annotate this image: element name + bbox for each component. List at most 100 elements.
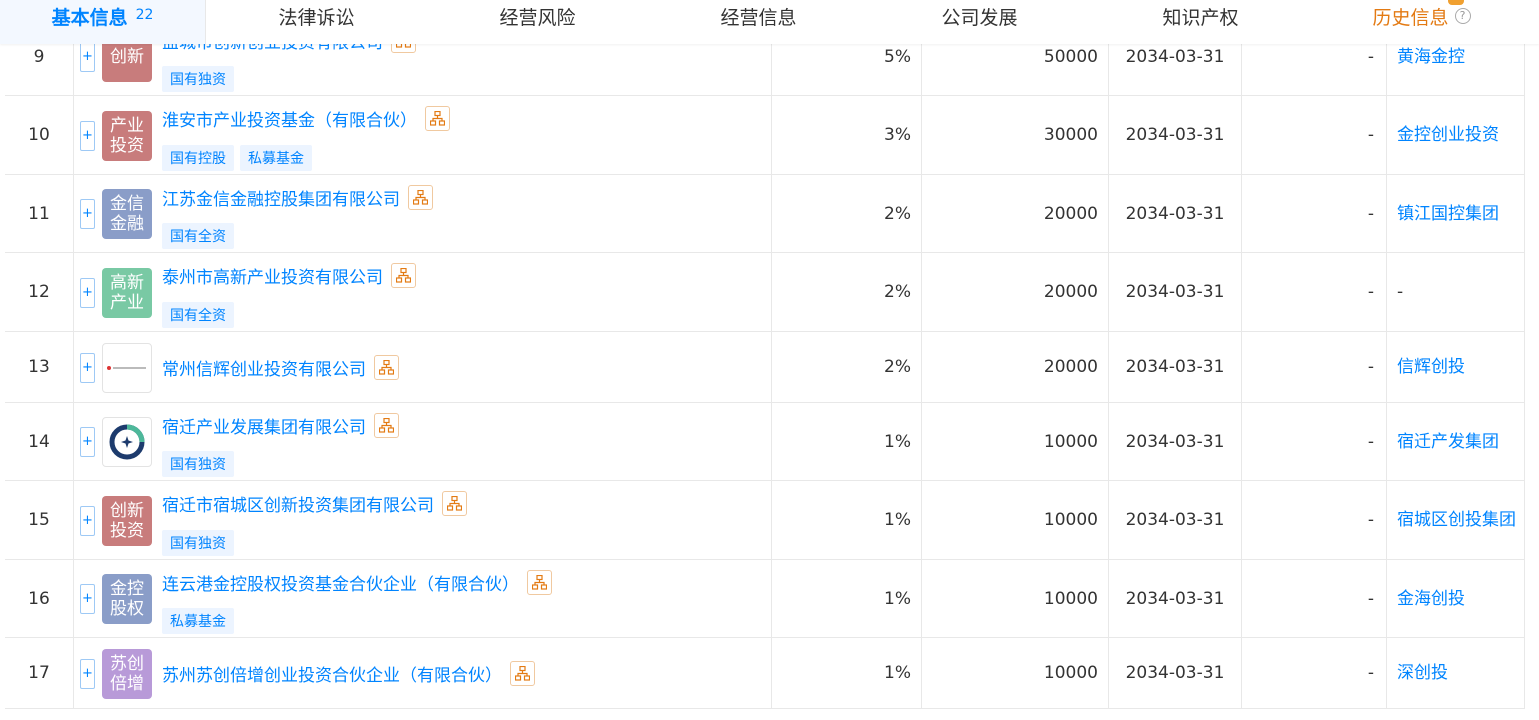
help-icon[interactable]: ? [1454, 8, 1471, 24]
brand-link[interactable]: 宿迁产发集团 [1397, 430, 1499, 454]
row-number: 12 [5, 253, 74, 331]
company-name-link[interactable]: 常州信辉创业投资有限公司 [162, 355, 366, 380]
expand-button[interactable]: + [80, 506, 95, 536]
equity-tree-icon[interactable] [442, 491, 467, 516]
tag-list: 国有全资 [162, 302, 234, 328]
tab-development[interactable]: 公司发展 [869, 0, 1090, 44]
expand-button[interactable]: + [80, 278, 95, 308]
tag-list: 国有控股 私募基金 [162, 145, 312, 171]
expand-button[interactable]: + [80, 584, 95, 614]
row-number: 11 [5, 175, 74, 252]
expand-button[interactable]: + [80, 353, 95, 383]
tag-list: 国有独资 [162, 530, 234, 556]
empty-value: - [1242, 332, 1387, 402]
company-logo [102, 343, 152, 393]
equity-tree-icon[interactable] [391, 263, 416, 288]
equity-tree-icon[interactable] [425, 106, 450, 131]
share-ratio: 2% [772, 175, 922, 252]
expand-button[interactable]: + [80, 427, 95, 457]
brand-cell: 深创投 [1387, 638, 1525, 708]
brand-link[interactable]: 金控创业投资 [1397, 123, 1499, 147]
tag-list: 私募基金 [162, 608, 234, 634]
brand-cell: 镇江国控集团 [1387, 175, 1525, 252]
brand-link[interactable]: 镇江国控集团 [1397, 202, 1499, 226]
table-row: 14 + 宿迁产业发展集团有限公司 国有独资 1% 10000 2034-03-31- 宿迁产… [5, 403, 1525, 481]
table-row: 11 + 金信金融 江苏金信金融控股集团有限公司 国有全资 2% 20000 2034-03-… [5, 175, 1525, 253]
company-name-link[interactable]: 江苏金信金融控股集团有限公司 [162, 185, 400, 210]
row-number: 14 [5, 403, 74, 480]
brand-link[interactable]: 信辉创投 [1397, 355, 1465, 379]
empty-value: - [1242, 638, 1387, 708]
expand-button[interactable]: + [80, 121, 95, 151]
row-number: 16 [5, 560, 74, 637]
expand-button[interactable]: + [80, 42, 95, 72]
share-ratio: 1% [772, 481, 922, 559]
expand-button[interactable]: + [80, 199, 95, 229]
subscribed-amount: 20000 [922, 332, 1109, 402]
tab-legal[interactable]: 法律诉讼 [206, 0, 427, 44]
company-name-link[interactable]: 泰州市高新产业投资有限公司 [162, 263, 383, 288]
company-name-link[interactable]: 宿迁市宿城区创新投资集团有限公司 [162, 491, 434, 516]
brand-cell: 金海创投 [1387, 560, 1525, 637]
tag-list: 国有全资 [162, 223, 234, 249]
tab-basic-info-label: 基本信息 [51, 7, 128, 29]
brand-link[interactable]: 宿城区创投集团 [1397, 508, 1516, 532]
company-cell: + 金控股权 连云港金控股权投资基金合伙企业（有限合伙） 私募基金 [74, 560, 772, 637]
empty-value: - [1242, 253, 1387, 331]
new-badge-icon [1448, 0, 1464, 5]
company-logo: 苏创倍增 [102, 649, 152, 699]
company-logo: 高新产业 [102, 268, 152, 318]
company-name-wrap: 连云港金控股权投资基金合伙企业（有限合伙） [162, 570, 552, 595]
subscription-date: 2034-03-31 [1109, 403, 1242, 480]
equity-tree-icon[interactable] [510, 661, 535, 686]
brand-cell: 宿城区创投集团 [1387, 481, 1525, 559]
brand-link[interactable]: 黄海金控 [1397, 45, 1465, 69]
subscribed-amount: 20000 [922, 175, 1109, 252]
tag-list: 国有独资 [162, 451, 234, 477]
brand-link[interactable]: 深创投 [1397, 661, 1448, 685]
tab-history-label: 历史信息 [1372, 7, 1449, 29]
brand-link[interactable]: 金海创投 [1397, 587, 1465, 611]
equity-tree-icon[interactable] [374, 355, 399, 380]
row-number: 15 [5, 481, 74, 559]
company-name-wrap: 常州信辉创业投资有限公司 [162, 355, 399, 380]
subscribed-amount: 10000 [922, 481, 1109, 559]
share-ratio: 2% [772, 332, 922, 402]
company-tag: 国有全资 [162, 223, 234, 249]
share-ratio: 3% [772, 96, 922, 174]
company-tag: 国有独资 [162, 451, 234, 477]
equity-tree-icon[interactable] [408, 185, 433, 210]
brand-text: - [1397, 282, 1404, 302]
tab-ip[interactable]: 知识产权 [1090, 0, 1311, 44]
row-number: 10 [5, 96, 74, 174]
table-row: 17 + 苏创倍增 苏州苏创倍增创业投资合伙企业（有限合伙） 1% 10000 2034-0… [5, 638, 1525, 709]
company-name-link[interactable]: 连云港金控股权投资基金合伙企业（有限合伙） [162, 570, 519, 595]
tab-operation[interactable]: 经营信息 [648, 0, 869, 44]
subscription-date: 2034-03-31 [1109, 332, 1242, 402]
company-cell: + 产业投资 淮安市产业投资基金（有限合伙） 国有控股 私募基金 [74, 96, 772, 174]
company-logo [102, 417, 152, 467]
company-name-link[interactable]: 苏州苏创倍增创业投资合伙企业（有限合伙） [162, 661, 502, 686]
tab-risk[interactable]: 经营风险 [427, 0, 648, 44]
tab-history[interactable]: 历史信息 ? [1311, 0, 1532, 44]
subscribed-amount: 10000 [922, 638, 1109, 708]
share-ratio: 1% [772, 560, 922, 637]
company-name-link[interactable]: 淮安市产业投资基金（有限合伙） [162, 106, 417, 131]
subscribed-amount: 10000 [922, 560, 1109, 637]
subscribed-amount: 20000 [922, 253, 1109, 331]
tab-risk-label: 经营风险 [499, 7, 576, 29]
subscription-date: 2034-03-31 [1109, 253, 1242, 331]
company-tag: 国有独资 [162, 530, 234, 556]
company-tag: 国有独资 [162, 66, 234, 92]
empty-value: - [1242, 560, 1387, 637]
equity-tree-icon[interactable] [527, 570, 552, 595]
tab-basic-info-count: 22 [135, 7, 154, 23]
equity-tree-icon[interactable] [374, 413, 399, 438]
company-cell: + 金信金融 江苏金信金融控股集团有限公司 国有全资 [74, 175, 772, 252]
subscribed-amount: 10000 [922, 403, 1109, 480]
expand-button[interactable]: + [80, 659, 95, 689]
company-cell: + 创新投资 宿迁市宿城区创新投资集团有限公司 国有独资 [74, 481, 772, 559]
tab-basic-info[interactable]: 基本信息 22 [0, 0, 206, 44]
company-name-link[interactable]: 宿迁产业发展集团有限公司 [162, 413, 366, 438]
company-tag: 私募基金 [240, 145, 312, 171]
